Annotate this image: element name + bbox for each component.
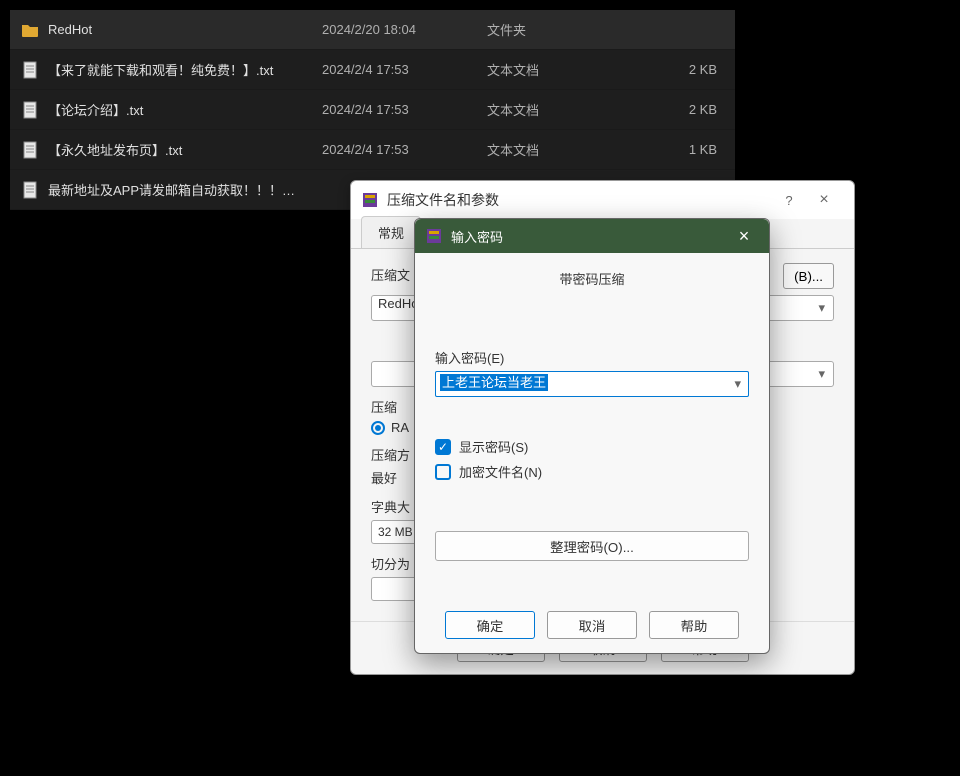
dialog-body: 带密码压缩 输入密码(E) 上老王论坛当老王 显示密码(S) 加密文件名(N) … <box>415 253 769 597</box>
file-size: 2 KB <box>637 102 717 117</box>
checkbox-label: 显示密码(S) <box>459 437 528 456</box>
cancel-button[interactable]: 取消 <box>547 611 637 639</box>
text-file-icon <box>18 61 42 79</box>
file-row[interactable]: 【永久地址发布页】.txt2024/2/4 17:53文本文档1 KB <box>10 130 735 170</box>
password-input[interactable]: 上老王论坛当老王 <box>435 371 749 397</box>
file-name: 最新地址及APP请发邮箱自动获取！！！… <box>42 180 322 199</box>
password-label: 输入密码(E) <box>435 348 749 367</box>
encrypt-filenames-checkbox[interactable]: 加密文件名(N) <box>435 462 749 481</box>
file-name: RedHot <box>42 22 322 37</box>
tab-general[interactable]: 常规 <box>361 216 421 248</box>
file-type: 文本文档 <box>487 60 637 79</box>
winrar-icon <box>361 191 379 209</box>
dialog-title: 输入密码 <box>451 227 503 246</box>
format-radio-label: RA <box>391 420 409 435</box>
file-date: 2024/2/4 17:53 <box>322 62 487 77</box>
text-file-icon <box>18 141 42 159</box>
pwd-subtitle: 带密码压缩 <box>435 269 749 288</box>
file-row[interactable]: 【来了就能下载和观看！纯免费！】.txt2024/2/4 17:53文本文档2 … <box>10 50 735 90</box>
password-combo[interactable]: 上老王论坛当老王 <box>435 371 749 397</box>
ok-button[interactable]: 确定 <box>445 611 535 639</box>
file-name: 【论坛介绍】.txt <box>42 100 322 119</box>
enter-password-dialog: 输入密码 × 带密码压缩 输入密码(E) 上老王论坛当老王 显示密码(S) 加密… <box>414 218 770 654</box>
radio-selected-icon <box>371 421 385 435</box>
file-name: 【永久地址发布页】.txt <box>42 140 322 159</box>
archive-name-label: 压缩文 <box>371 265 410 284</box>
dialog-titlebar[interactable]: 输入密码 × <box>415 219 769 253</box>
browse-button[interactable]: (B)... <box>783 263 834 289</box>
text-file-icon <box>18 181 42 199</box>
show-password-checkbox[interactable]: 显示密码(S) <box>435 437 749 456</box>
manage-passwords-button[interactable]: 整理密码(O)... <box>435 531 749 561</box>
help-button[interactable]: 帮助 <box>649 611 739 639</box>
file-type: 文本文档 <box>487 100 637 119</box>
file-type: 文件夹 <box>487 20 637 39</box>
dialog-title: 压缩文件名和参数 <box>387 190 774 210</box>
close-icon[interactable]: × <box>804 191 844 209</box>
file-type: 文本文档 <box>487 140 637 159</box>
checkbox-checked-icon <box>435 439 451 455</box>
file-size: 2 KB <box>637 62 717 77</box>
file-date: 2024/2/4 17:53 <box>322 102 487 117</box>
file-date: 2024/2/20 18:04 <box>322 22 487 37</box>
file-size: 1 KB <box>637 142 717 157</box>
folder-icon <box>18 22 42 38</box>
text-file-icon <box>18 101 42 119</box>
help-icon[interactable]: ? <box>774 193 804 208</box>
dialog-titlebar[interactable]: 压缩文件名和参数 ? × <box>351 181 854 219</box>
file-name: 【来了就能下载和观看！纯免费！】.txt <box>42 60 322 79</box>
file-date: 2024/2/4 17:53 <box>322 142 487 157</box>
checkbox-label: 加密文件名(N) <box>459 462 542 481</box>
close-icon[interactable]: × <box>729 226 759 247</box>
winrar-icon <box>425 227 443 245</box>
file-row[interactable]: 【论坛介绍】.txt2024/2/4 17:53文本文档2 KB <box>10 90 735 130</box>
file-row[interactable]: RedHot2024/2/20 18:04文件夹 <box>10 10 735 50</box>
dialog-button-row: 确定 取消 帮助 <box>415 597 769 653</box>
checkbox-unchecked-icon <box>435 464 451 480</box>
